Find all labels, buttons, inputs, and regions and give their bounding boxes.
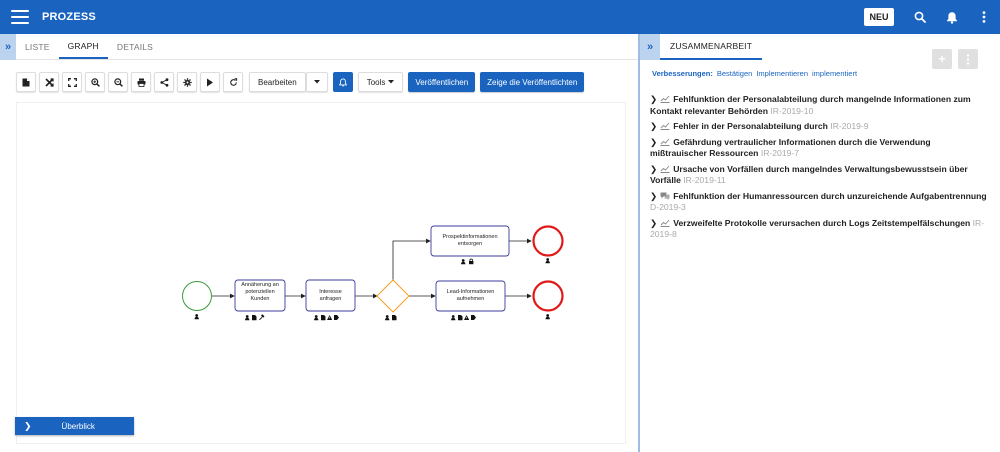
person-icon: [314, 315, 319, 321]
issue-title: Fehlfunktion der Humanressourcen durch u…: [673, 190, 987, 201]
issue-list: ❯ Fehlfunktion der Personalabteilung durc…: [650, 94, 988, 245]
edit-button[interactable]: Bearbeiten: [249, 72, 306, 92]
issue-id: IR-2019-7: [760, 148, 800, 158]
task-label: Annäherung an potenziellen Kunden: [241, 282, 279, 302]
issue-id: IR-2019-9: [830, 121, 869, 131]
task-label: Prospektinformationen entsorgen: [442, 234, 498, 247]
show-published-button[interactable]: Zeige die Veröffentlichten: [480, 72, 585, 92]
list-item[interactable]: ❯ Ursache von Vorfällen durch mangelndes …: [650, 164, 988, 187]
document-icon: [458, 315, 463, 321]
person-icon: [451, 315, 456, 321]
more-vert-icon[interactable]: [958, 49, 978, 69]
tab-liste[interactable]: LISTE: [16, 34, 59, 59]
process-diagram[interactable]: Annäherung an potenziellen Kunden Intere…: [16, 102, 626, 444]
new-button[interactable]: NEU: [864, 8, 894, 26]
menu-icon[interactable]: [11, 10, 29, 24]
shuffle-icon[interactable]: [39, 72, 59, 92]
app-title: PROZESS: [42, 11, 96, 23]
settings-icon[interactable]: [177, 72, 197, 92]
overview-label: Überblick: [61, 421, 95, 431]
issue-title: Fehler in der Personalabteilung durch: [673, 121, 828, 131]
filter-confirm-link[interactable]: Bestätigen: [717, 69, 752, 78]
issue-id: D-2019-3: [650, 202, 686, 212]
tag-icon: [334, 315, 339, 320]
tab-graph[interactable]: GRAPH: [58, 34, 108, 59]
issue-id: IR-2019-11: [683, 175, 726, 185]
chevron-right-icon: ❯: [650, 163, 658, 174]
notification-bell-button[interactable]: [332, 72, 353, 92]
search-icon[interactable]: [904, 0, 936, 34]
task-label: Interesse anfragen: [319, 289, 342, 302]
list-item[interactable]: ❯ Fehlfunktion der Personalabteilung durc…: [650, 94, 988, 117]
issue-id: IR-2019-10: [770, 105, 814, 116]
filter-implement-link[interactable]: Implementieren: [756, 69, 808, 78]
person-icon: [245, 315, 250, 321]
list-item[interactable]: ❯ Gefährdung vertraulicher Informationen …: [650, 137, 988, 160]
chevron-right-icon: ❯: [650, 136, 658, 147]
person-icon: [194, 314, 199, 320]
fullscreen-icon[interactable]: [62, 72, 82, 92]
view-tabs: » LISTE GRAPH DETAILS: [0, 34, 638, 60]
hammer-icon: [259, 313, 265, 321]
tools-dropdown[interactable]: Tools: [357, 72, 404, 92]
chevron-right-icon: ❯: [650, 190, 658, 201]
document-icon: [321, 315, 326, 321]
document-icon[interactable]: [16, 72, 36, 92]
list-item[interactable]: ❯ Verzweifelte Protokolle verursachen dur…: [650, 218, 988, 241]
person-icon: [385, 315, 390, 321]
warning-icon: [464, 315, 470, 320]
share-icon[interactable]: [154, 72, 174, 92]
process-pane: » LISTE GRAPH DETAILS Bearbeiten Tools V…: [0, 34, 638, 452]
edit-dropdown-icon[interactable]: [305, 72, 328, 92]
improvements-filter: Verbesserungen: Bestätigen Implementiere…: [652, 69, 861, 78]
chevron-right-icon: ❯: [650, 217, 658, 228]
list-item[interactable]: ❯ Fehlfunktion der Humanressourcen durch …: [650, 191, 988, 214]
person-icon: [545, 258, 550, 264]
improvements-label: Verbesserungen:: [652, 69, 713, 78]
chart-icon: [660, 138, 670, 146]
end-event-1[interactable]: [532, 225, 564, 257]
list-item[interactable]: ❯ Fehler in der Personalabteilung durch I…: [650, 121, 988, 133]
issue-title: Verzweifelte Protokolle verursachen durc…: [673, 217, 971, 228]
refresh-icon[interactable]: [223, 72, 243, 92]
start-event[interactable]: [182, 281, 212, 311]
chart-icon: [660, 165, 670, 173]
top-app-bar: PROZESS NEU: [0, 0, 1000, 34]
overview-toggle[interactable]: ❯ Überblick: [15, 417, 134, 435]
print-icon[interactable]: [131, 72, 151, 92]
person-icon: [545, 314, 550, 320]
person-icon: [461, 259, 466, 265]
publish-button[interactable]: Veröffentlichen: [408, 72, 476, 92]
tools-label: Tools: [366, 77, 386, 87]
filter-implemented-link[interactable]: implementiert: [812, 69, 857, 78]
add-icon[interactable]: +: [932, 49, 952, 69]
tab-details[interactable]: DETAILS: [108, 34, 162, 59]
zoom-in-icon[interactable]: [85, 72, 105, 92]
chart-icon: [660, 219, 670, 227]
warning-icon: [327, 315, 333, 320]
exclusive-gateway[interactable]: [376, 279, 410, 313]
more-vert-icon[interactable]: [968, 0, 1000, 34]
zoom-out-icon[interactable]: [108, 72, 128, 92]
collapse-panel-icon[interactable]: »: [640, 34, 660, 60]
chat-icon: [660, 192, 670, 200]
document-icon: [252, 315, 257, 321]
chevron-right-icon: ❯: [650, 94, 658, 104]
chart-icon: [660, 122, 670, 130]
document-icon: [392, 315, 397, 321]
graph-toolbar: Bearbeiten Tools Veröffentlichen Zeige d…: [16, 72, 589, 92]
lock-icon: [468, 258, 474, 265]
chevron-down-icon: [388, 80, 395, 84]
task-label: Lead-Informationen aufnehmen: [446, 289, 495, 302]
tab-collaboration[interactable]: ZUSAMMENARBEIT: [660, 34, 763, 60]
collaboration-pane: » ZUSAMMENARBEIT + Verbesserungen: Bestä…: [638, 34, 1000, 452]
chart-icon: [660, 95, 670, 103]
end-event-2[interactable]: [532, 280, 564, 312]
expand-panel-icon[interactable]: »: [0, 34, 16, 60]
chevron-right-icon: ❯: [650, 121, 658, 131]
play-icon[interactable]: [200, 72, 220, 92]
bell-icon[interactable]: [936, 0, 968, 34]
tag-icon: [471, 315, 476, 320]
chevron-right-icon: ❯: [24, 420, 32, 431]
